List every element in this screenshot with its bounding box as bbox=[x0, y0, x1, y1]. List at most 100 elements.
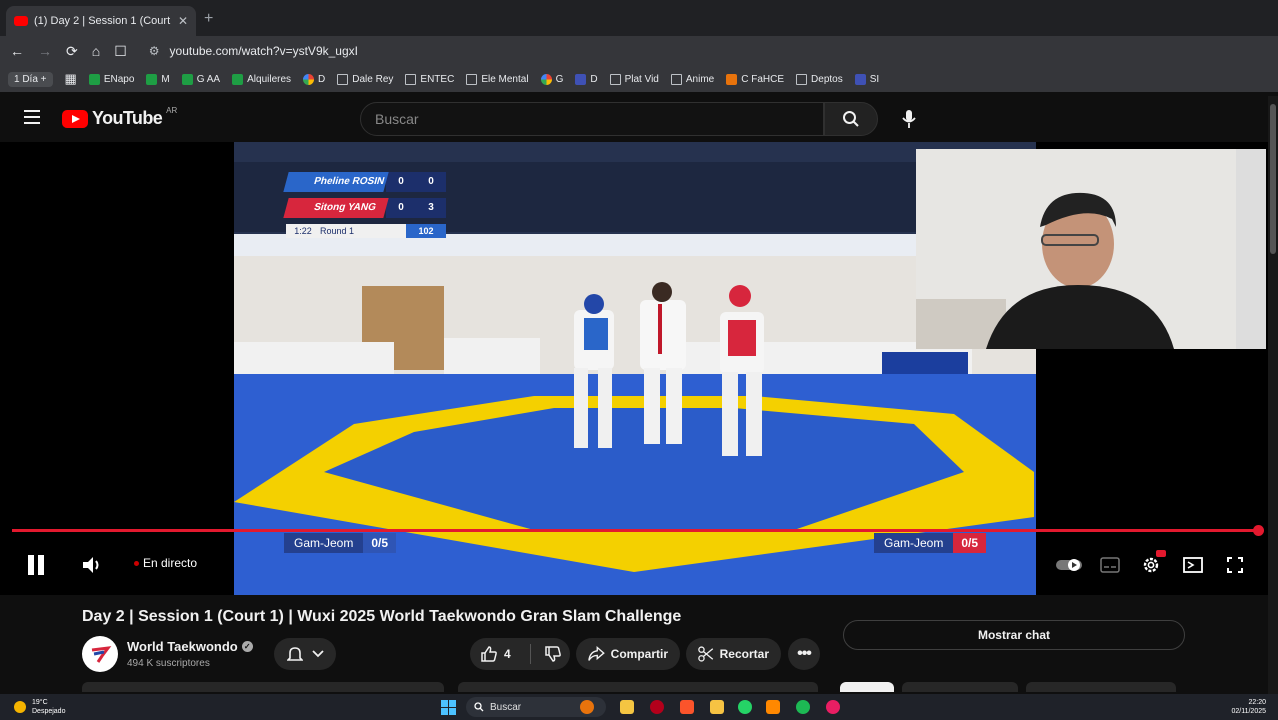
scoreboard-info-row: 1:22 Round 1 102 bbox=[286, 224, 446, 238]
bookmark-icon[interactable]: ☐ bbox=[114, 43, 127, 60]
fullscreen-icon bbox=[1227, 557, 1243, 573]
progress-bar[interactable] bbox=[12, 525, 1264, 536]
bookmark-item[interactable]: Alquileres bbox=[232, 73, 292, 85]
page-scrollbar[interactable] bbox=[1268, 96, 1278, 694]
chip-related[interactable] bbox=[1026, 682, 1176, 692]
home-icon[interactable]: ⌂ bbox=[92, 43, 100, 59]
scrubber-handle[interactable] bbox=[1253, 525, 1264, 536]
bookmark-item[interactable]: 1 Día + bbox=[8, 71, 53, 87]
folder-icon bbox=[609, 73, 621, 85]
bookmark-item[interactable]: ENapo bbox=[88, 73, 134, 85]
search-button[interactable] bbox=[824, 102, 878, 136]
folder-icon bbox=[796, 73, 808, 85]
chip-channel[interactable] bbox=[902, 682, 1018, 692]
back-icon[interactable]: ← bbox=[10, 43, 24, 59]
channel-name[interactable]: World Taekwondo ✓ bbox=[127, 639, 253, 654]
gamjeom-left: Gam-Jeom 0/5 bbox=[284, 533, 397, 553]
gamjeom-right: Gam-Jeom 0/5 bbox=[874, 533, 987, 553]
dislike-button[interactable] bbox=[537, 638, 570, 670]
bookmark-favicon-icon bbox=[146, 73, 158, 85]
notes-icon[interactable] bbox=[710, 700, 724, 714]
share-label: Compartir bbox=[610, 647, 668, 661]
bookmark-label: G AA bbox=[196, 73, 221, 85]
bookmark-item[interactable]: SI bbox=[854, 73, 879, 85]
volume-button[interactable] bbox=[80, 552, 104, 578]
notifications-button[interactable] bbox=[274, 638, 336, 670]
show-chat-button[interactable]: Mostrar chat bbox=[843, 620, 1185, 650]
microphone-icon bbox=[902, 110, 916, 128]
bookmark-item[interactable]: G AA bbox=[181, 73, 221, 85]
app-icon[interactable] bbox=[826, 700, 840, 714]
bookmark-item[interactable]: D bbox=[303, 73, 326, 85]
pause-button[interactable] bbox=[24, 552, 48, 578]
bookmark-label: Alquileres bbox=[247, 73, 292, 85]
clip-button[interactable]: Recortar bbox=[686, 638, 781, 670]
bookmark-item[interactable]: Ele Mental bbox=[466, 73, 529, 85]
scissors-icon bbox=[698, 646, 714, 662]
apps-grid-icon[interactable]: ▦ bbox=[65, 71, 77, 87]
voice-search-button[interactable] bbox=[894, 104, 924, 134]
bookmark-item[interactable]: M bbox=[146, 73, 170, 85]
like-button[interactable]: 4 bbox=[470, 638, 524, 670]
gamjeom-left-value: 0/5 bbox=[363, 533, 397, 553]
more-dots-icon: ••• bbox=[797, 645, 812, 662]
bookmark-label: Plat Vid bbox=[624, 73, 659, 85]
whatsapp-icon[interactable] bbox=[738, 700, 752, 714]
bookmark-item[interactable]: ENTEC bbox=[405, 73, 455, 85]
live-indicator[interactable]: En directo bbox=[134, 556, 197, 570]
settings-button[interactable] bbox=[1138, 550, 1166, 578]
more-actions-button[interactable]: ••• bbox=[788, 638, 820, 670]
bookmark-label: D bbox=[318, 73, 326, 85]
url-field[interactable]: ⚙ youtube.com/watch?v=ystV9k_ugxI bbox=[149, 44, 358, 58]
browser-tab-bar: (1) Day 2 | Session 1 (Court 1 ✕ + bbox=[0, 0, 1278, 36]
start-button[interactable] bbox=[441, 700, 456, 715]
bookmark-item[interactable]: G bbox=[540, 73, 563, 85]
share-button[interactable]: Compartir bbox=[576, 638, 680, 670]
channel-avatar[interactable] bbox=[82, 636, 118, 672]
folder-icon bbox=[466, 73, 478, 85]
weather-widget[interactable]: 19°C Despejado bbox=[14, 698, 65, 716]
scoreboard: Pheline ROSIN 0 0 Sitong YANG 0 3 1:22 R… bbox=[283, 172, 446, 244]
chip-all[interactable] bbox=[840, 682, 894, 692]
fullscreen-button[interactable] bbox=[1222, 552, 1248, 578]
bookmark-item[interactable]: Dale Rey bbox=[337, 73, 394, 85]
system-clock[interactable]: 22:20 02/11/2025 bbox=[1231, 698, 1266, 716]
bookmark-label: Dale Rey bbox=[352, 73, 394, 85]
browser-tab[interactable]: (1) Day 2 | Session 1 (Court 1 ✕ bbox=[6, 6, 196, 36]
hd-badge-icon bbox=[1156, 550, 1166, 557]
scrollbar-thumb[interactable] bbox=[1270, 104, 1276, 254]
forward-icon[interactable]: → bbox=[38, 43, 52, 59]
bookmark-item[interactable]: Plat Vid bbox=[609, 73, 659, 85]
weather-sun-icon bbox=[14, 701, 26, 713]
bookmark-label: ENTEC bbox=[420, 73, 455, 85]
menu-icon[interactable] bbox=[24, 110, 40, 124]
description-box[interactable] bbox=[82, 682, 444, 692]
youtube-logo[interactable]: YouTube AR bbox=[62, 106, 177, 129]
subtitles-button[interactable] bbox=[1098, 552, 1122, 578]
miniplayer-button[interactable] bbox=[1180, 552, 1206, 578]
clip-label: Recortar bbox=[719, 647, 769, 661]
video-player[interactable]: Pheline ROSIN 0 0 Sitong YANG 0 3 1:22 R… bbox=[0, 142, 1268, 595]
spotify-icon[interactable] bbox=[796, 700, 810, 714]
file-explorer-icon[interactable] bbox=[620, 700, 634, 714]
bookmark-item[interactable]: C FaHCE bbox=[726, 73, 784, 85]
brave-browser-icon[interactable] bbox=[680, 700, 694, 714]
autoplay-toggle[interactable] bbox=[1054, 552, 1084, 578]
search-input[interactable]: Buscar bbox=[360, 102, 824, 136]
reload-icon[interactable]: ⟳ bbox=[66, 43, 78, 60]
bookmark-label: Ele Mental bbox=[481, 73, 529, 85]
comments-box[interactable] bbox=[458, 682, 818, 692]
taskbar-search-label: Buscar bbox=[490, 701, 522, 713]
tab-title: (1) Day 2 | Session 1 (Court 1 bbox=[34, 15, 172, 27]
blue-round-score: 0 bbox=[386, 172, 416, 192]
opera-icon[interactable] bbox=[650, 700, 664, 714]
vlc-icon[interactable] bbox=[766, 700, 780, 714]
site-settings-icon[interactable]: ⚙ bbox=[149, 44, 160, 58]
bookmark-item[interactable]: Deptos bbox=[796, 73, 843, 85]
youtube-header: YouTube AR Buscar bbox=[0, 96, 1278, 142]
bookmark-item[interactable]: D bbox=[575, 73, 598, 85]
folder-icon bbox=[670, 73, 682, 85]
close-tab-icon[interactable]: ✕ bbox=[178, 14, 188, 28]
new-tab-icon[interactable]: + bbox=[204, 10, 213, 28]
bookmark-item[interactable]: Anime bbox=[670, 73, 714, 85]
